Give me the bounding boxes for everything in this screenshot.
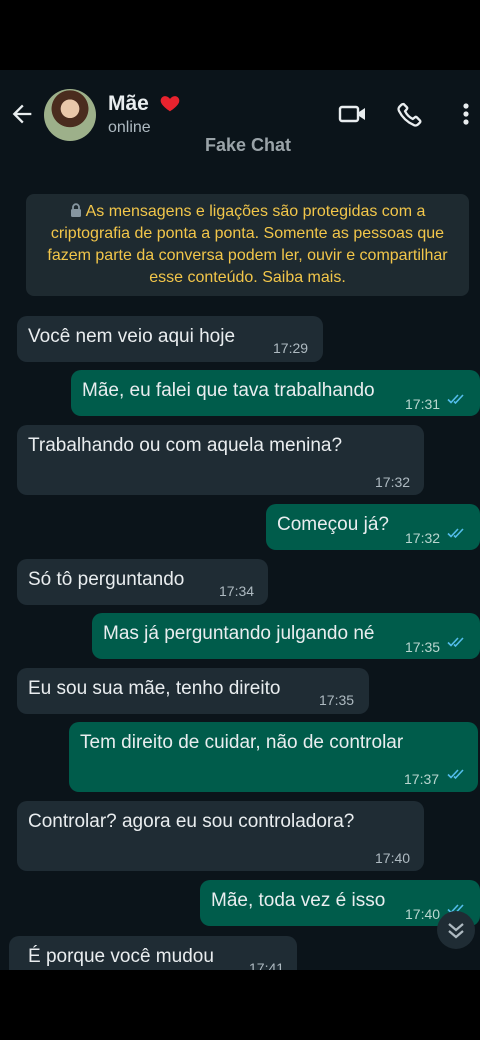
message-incoming[interactable]: Eu sou sua mãe, tenho direito 17:35	[17, 668, 369, 714]
read-receipt-icon	[447, 769, 464, 780]
message-time: 17:31	[405, 396, 441, 412]
message-outgoing[interactable]: Começou já? 17:32	[266, 504, 480, 550]
message-outgoing[interactable]: Tem direito de cuidar, não de controlar …	[69, 722, 478, 792]
message-text: Tem direito de cuidar, não de controlar	[80, 732, 404, 753]
lock-icon	[70, 203, 81, 217]
read-receipt-icon	[447, 394, 464, 405]
video-call-icon[interactable]	[338, 100, 368, 128]
message-text: Mas já perguntando julgando né	[103, 623, 375, 644]
message-text: Controlar? agora eu sou controladora?	[28, 811, 355, 832]
contact-name[interactable]: Mãe	[108, 92, 149, 116]
scroll-to-bottom-button[interactable]	[437, 911, 475, 949]
chat-screen: Mãe online Fake Chat As mensagens e liga…	[0, 70, 480, 970]
back-arrow-icon[interactable]	[8, 100, 36, 128]
message-text: Você nem veio aqui hoje	[28, 326, 236, 347]
message-text: Começou já?	[277, 514, 389, 535]
contact-status: online	[108, 119, 151, 136]
message-text: É porque você mudou	[28, 946, 214, 967]
read-receipt-icon	[447, 637, 464, 648]
read-receipt-icon	[447, 528, 464, 539]
message-incoming[interactable]: Só tô perguntando 17:34	[17, 559, 268, 605]
encryption-notice-text: As mensagens e ligações são protegidas c…	[47, 203, 448, 286]
message-time: 17:37	[404, 771, 440, 787]
message-text: Trabalhando ou com aquela menina?	[28, 435, 343, 456]
message-outgoing[interactable]: Mãe, eu falei que tava trabalhando 17:31	[71, 370, 480, 416]
more-options-icon[interactable]	[456, 100, 476, 128]
message-text: Mãe, toda vez é isso	[211, 890, 386, 911]
message-time: 17:41	[249, 960, 285, 970]
message-time: 17:35	[405, 639, 441, 655]
avatar[interactable]	[44, 89, 96, 141]
message-outgoing[interactable]: Mas já perguntando julgando né 17:35	[92, 613, 480, 659]
message-incoming[interactable]: Você nem veio aqui hoje 17:29	[17, 316, 323, 362]
message-time: 17:34	[219, 583, 255, 599]
message-time: 17:32	[405, 530, 441, 546]
chat-header: Mãe online Fake Chat	[0, 70, 480, 160]
message-incoming[interactable]: Trabalhando ou com aquela menina? 17:32	[17, 425, 424, 495]
watermark: Fake Chat	[205, 135, 292, 155]
message-time: 17:40	[405, 906, 441, 922]
heart-icon	[160, 96, 180, 112]
encryption-notice[interactable]: As mensagens e ligações são protegidas c…	[26, 194, 469, 296]
phone-call-icon[interactable]	[396, 100, 424, 128]
message-time: 17:35	[319, 692, 355, 708]
message-time: 17:29	[273, 340, 309, 356]
message-text: Só tô perguntando	[28, 569, 185, 590]
message-time: 17:40	[375, 850, 411, 866]
double-chevron-down-icon	[448, 923, 464, 939]
message-incoming[interactable]: Controlar? agora eu sou controladora? 17…	[17, 801, 424, 871]
message-text: Eu sou sua mãe, tenho direito	[28, 678, 281, 699]
message-text: Mãe, eu falei que tava trabalhando	[82, 380, 375, 401]
message-time: 17:32	[375, 474, 411, 490]
message-incoming[interactable]: É porque você mudou 17:41	[9, 936, 297, 970]
